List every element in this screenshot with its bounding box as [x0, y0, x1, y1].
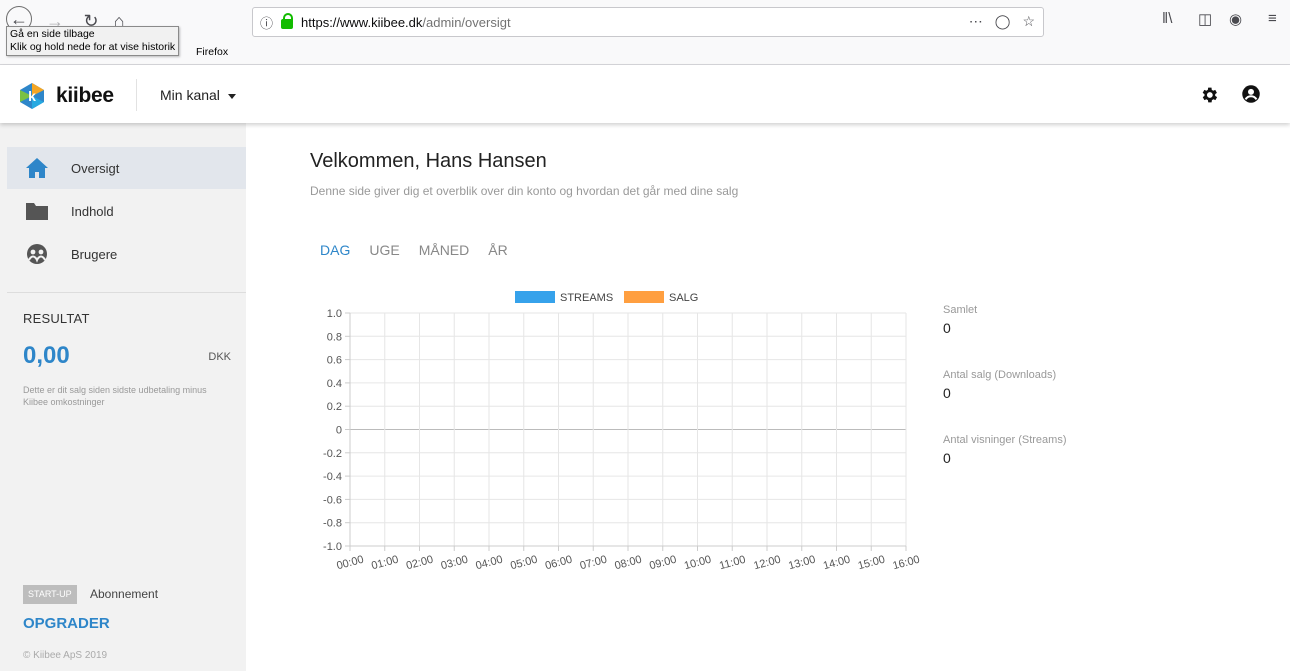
tab-dag[interactable]: DAG	[320, 242, 350, 258]
y-tick-label: 0.6	[327, 355, 342, 367]
back-tooltip: Gå en side tilbage Klik og hold nede for…	[6, 26, 180, 56]
legend-label-salg: SALG	[669, 292, 698, 304]
y-tick-label: 0.2	[327, 401, 342, 413]
legend-swatch-salg	[624, 291, 664, 303]
y-tick-label: -0.6	[323, 494, 342, 506]
x-tick-label: 13:00	[787, 554, 817, 573]
plan-label: Abonnement	[90, 587, 159, 601]
legend-swatch-streams	[515, 291, 555, 303]
period-tabs: DAG UGE MÅNED ÅR	[320, 242, 508, 258]
page-actions-icon[interactable]: ⋯	[969, 13, 983, 30]
result-title: RESULTAT	[23, 311, 90, 326]
y-tick-label: 0	[336, 425, 342, 437]
pocket-icon[interactable]: ◯	[995, 13, 1011, 30]
stat-label: Antal salg (Downloads)	[943, 369, 1057, 381]
stat-label: Antal visninger (Streams)	[943, 434, 1067, 446]
sidebar-item-indhold[interactable]: Indhold	[7, 190, 246, 232]
result-description: Dette er dit salg siden sidste udbetalin…	[23, 385, 207, 407]
stat-downloads: Antal salg (Downloads) 0	[943, 369, 1143, 401]
browser-toolbar: ← → ↻ ⌂ Gå en side tilbage Klik og hold …	[0, 0, 1290, 65]
y-tick-label: -0.4	[323, 471, 342, 483]
tooltip-tail-text: Firefox	[196, 46, 229, 58]
channel-dropdown[interactable]: Min kanal	[160, 87, 236, 103]
result-amount: 0,00	[23, 342, 70, 369]
x-tick-label: 07:00	[579, 554, 609, 573]
tab-maaned[interactable]: MÅNED	[419, 242, 470, 258]
x-tick-label: 03:00	[440, 554, 470, 573]
x-tick-label: 14:00	[822, 554, 852, 573]
x-tick-label: 06:00	[544, 554, 574, 573]
page-title: Velkommen, Hans Hansen	[310, 150, 547, 172]
header-divider	[136, 79, 137, 111]
sidebar-item-label: Indhold	[71, 203, 114, 219]
x-tick-label: 15:00	[857, 554, 887, 573]
channel-label: Min kanal	[160, 87, 220, 103]
stat-value: 0	[943, 385, 951, 401]
tooltip-line-2: Klik og hold nede for at vise historik	[10, 41, 176, 53]
copyright: © Kiibee ApS 2019	[23, 650, 108, 661]
legend-label-streams: STREAMS	[560, 292, 613, 304]
sidebar-toggle-icon[interactable]: ◫	[1198, 10, 1212, 28]
kiibee-logo-icon[interactable]: k	[18, 82, 46, 110]
folder-icon	[26, 203, 48, 220]
y-tick-label: -1.0	[323, 541, 342, 553]
x-tick-label: 08:00	[613, 554, 643, 573]
tab-aar[interactable]: ÅR	[488, 242, 507, 258]
sidebar-item-label: Oversigt	[71, 160, 120, 176]
stat-value: 0	[943, 320, 951, 336]
gear-icon[interactable]	[1199, 85, 1219, 105]
upgrade-link[interactable]: OPGRADER	[23, 615, 110, 632]
sales-chart: STREAMS SALG 1.0 0.8 0.6 0.4 0.2 0 -0.2 -0.4 -0.6 -…	[323, 291, 920, 573]
account-icon[interactable]: ◉	[1229, 10, 1242, 28]
y-tick-label: 0.4	[327, 378, 342, 390]
plan-badge: START-UP	[23, 585, 77, 604]
sidebar-item-brugere[interactable]: Brugere	[7, 233, 246, 275]
stat-value: 0	[943, 450, 951, 466]
url-host: https://www.kiibee.dk	[301, 14, 423, 30]
user-account-icon[interactable]	[1241, 84, 1261, 104]
x-tick-label: 05:00	[509, 554, 539, 573]
x-tick-label: 10:00	[683, 554, 713, 573]
y-tick-label: 1.0	[327, 308, 342, 320]
menu-icon[interactable]: ≡	[1268, 10, 1277, 27]
bookmark-star-icon[interactable]: ☆	[1022, 13, 1035, 30]
caret-down-icon	[227, 93, 236, 99]
page-subtitle: Denne side giver dig et overblik over di…	[310, 184, 739, 198]
result-currency: DKK	[208, 351, 231, 363]
x-tick-label: 12:00	[752, 554, 782, 573]
x-tick-label: 00:00	[335, 554, 365, 573]
x-tick-label: 11:00	[718, 554, 747, 573]
y-tick-label: -0.2	[323, 448, 342, 460]
tab-uge[interactable]: UGE	[369, 242, 399, 258]
sidebar-item-label: Brugere	[71, 246, 118, 262]
x-tick-label: 01:00	[370, 554, 400, 573]
sidebar: Oversigt Indhold Brugere RESULTAT 0,00 D…	[0, 123, 246, 671]
url-bar[interactable]: ⓘ https://www.kiibee.dk/admin/oversigt ⋯…	[252, 7, 1044, 37]
x-tick-label: 02:00	[405, 554, 435, 573]
app-header: k kiibee Min kanal	[0, 65, 1290, 123]
tooltip-line-1: Gå en side tilbage	[10, 28, 95, 40]
x-tick-label: 04:00	[474, 554, 504, 573]
svg-text:k: k	[28, 88, 36, 104]
x-tick-label: 16:00	[891, 554, 920, 573]
y-tick-label: 0.8	[327, 331, 342, 343]
stat-streams: Antal visninger (Streams) 0	[943, 434, 1143, 466]
url-path: /admin/oversigt	[422, 14, 511, 30]
url-text[interactable]: https://www.kiibee.dk/admin/oversigt	[301, 15, 511, 30]
sidebar-divider	[7, 292, 246, 293]
brand-name[interactable]: kiibee	[56, 84, 114, 108]
stat-samlet: Samlet 0	[943, 304, 1143, 336]
library-icon[interactable]: ‖\	[1162, 10, 1172, 27]
y-tick-label: -0.8	[323, 518, 342, 530]
home-icon	[26, 158, 48, 178]
sidebar-item-oversigt[interactable]: Oversigt	[7, 147, 246, 189]
users-icon	[27, 244, 47, 264]
stat-label: Samlet	[943, 304, 978, 316]
info-icon[interactable]: ⓘ	[260, 13, 273, 32]
x-tick-label: 09:00	[648, 554, 678, 573]
lock-icon[interactable]	[281, 13, 294, 29]
